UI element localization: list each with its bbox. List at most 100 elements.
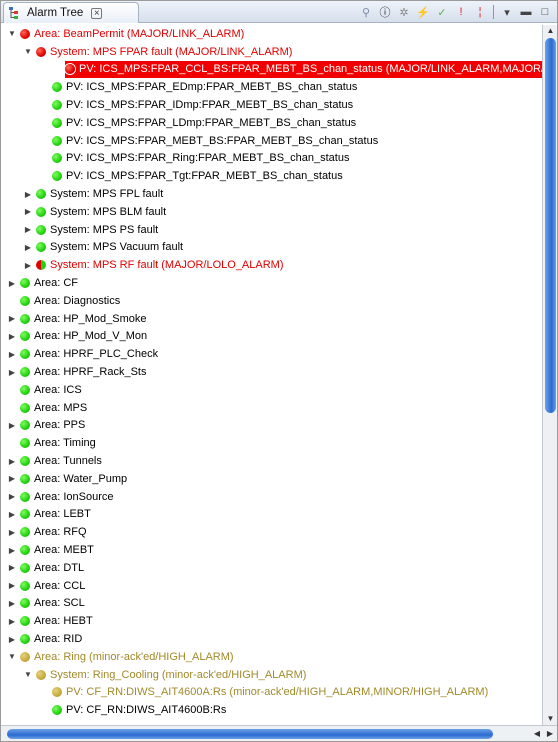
tree-item-system[interactable]: ▼ System: Ring_Cooling (minor-ack'ed/HIGH… bbox=[1, 666, 306, 684]
collapsed-triangle-icon[interactable]: ▶ bbox=[7, 456, 17, 466]
tree-item-area[interactable]: ▶ Area: HPRF_PLC_Check bbox=[1, 345, 158, 363]
collapsed-triangle-icon[interactable]: ▶ bbox=[7, 474, 17, 484]
tree-item-pv[interactable]: PV: CF_RN:DIWS_AIT4600A:Rs (minor-ack'ed… bbox=[1, 684, 488, 702]
tree-item-system[interactable]: ▶ System: MPS Vacuum fault bbox=[1, 239, 183, 257]
tree-item-system[interactable]: ▶ System: MPS BLM fault bbox=[1, 203, 166, 221]
collapsed-triangle-icon[interactable]: ▶ bbox=[23, 242, 33, 252]
tree-item-area[interactable]: ▶ Area: CF bbox=[1, 274, 78, 292]
tree-item-pv[interactable]: PV: CF_RN:DIWS_AIT4600B:Rs bbox=[1, 701, 226, 719]
minimize-icon[interactable]: ▬ bbox=[518, 4, 534, 20]
tree-item-area[interactable]: ▶ Area: PPS bbox=[1, 417, 85, 435]
tree-item-label: System: MPS Vacuum fault bbox=[50, 241, 184, 254]
tree-item-label: PV: CF_RN:DIWS_AIT4600B:Rs bbox=[66, 704, 227, 717]
tree-item-label: Area: MEBT bbox=[34, 544, 94, 557]
collapsed-triangle-icon[interactable]: ▶ bbox=[7, 278, 17, 288]
tree-item-pv[interactable]: PV: ICS_MPS:FPAR_LDmp:FPAR_MEBT_BS_chan_… bbox=[1, 114, 356, 132]
tree-item-area[interactable]: ▶ Area: CCL bbox=[1, 577, 85, 595]
tree-item-area[interactable]: ▶ Area: HP_Mod_Smoke bbox=[1, 310, 147, 328]
scroll-down-icon[interactable]: ▼ bbox=[543, 713, 558, 725]
tree-item-label: PV: ICS_MPS:FPAR_MEBT_BS:FPAR_MEBT_BS_ch… bbox=[66, 134, 379, 147]
scroll-left-icon[interactable]: ◀ bbox=[531, 728, 543, 740]
tree-item-area[interactable]: ▶ Area: Tunnels bbox=[1, 452, 102, 470]
tree-item-area[interactable]: ▶ Area: LEBT bbox=[1, 506, 91, 524]
expanded-triangle-icon[interactable]: ▼ bbox=[23, 670, 33, 680]
close-icon[interactable]: × bbox=[91, 7, 103, 19]
collapsed-triangle-icon[interactable]: ▶ bbox=[7, 420, 17, 430]
collapsed-triangle-icon[interactable]: ▶ bbox=[7, 616, 17, 626]
scroll-right-icon[interactable]: ▶ bbox=[544, 728, 556, 740]
tree-item-area[interactable]: ▶ Area: HPRF_Rack_Sts bbox=[1, 363, 147, 381]
tree-item-pv[interactable]: PV: ICS_MPS:FPAR_Tgt:FPAR_MEBT_BS_chan_s… bbox=[1, 167, 343, 185]
acknowledge-icon[interactable]: ✓ bbox=[434, 4, 450, 20]
tree-item-label: PV: ICS_MPS:FPAR_Tgt:FPAR_MEBT_BS_chan_s… bbox=[66, 170, 343, 183]
expanded-triangle-icon[interactable]: ▼ bbox=[7, 29, 17, 39]
collapsed-triangle-icon[interactable]: ▶ bbox=[23, 189, 33, 199]
tree-item-area[interactable]: ▶ Area: DTL bbox=[1, 559, 84, 577]
tree-item-area[interactable]: ▶ Area: IonSource bbox=[1, 488, 114, 506]
tree-item-area[interactable]: ▶ Area: Water_Pump bbox=[1, 470, 127, 488]
unacknowledge-icon[interactable]: ⚡ bbox=[415, 4, 431, 20]
expanded-triangle-icon[interactable]: ▼ bbox=[23, 47, 33, 57]
collapsed-triangle-icon[interactable]: ▶ bbox=[7, 509, 17, 519]
tree-item-pv[interactable]: PV: ICS_MPS:FPAR_Ring:FPAR_MEBT_BS_chan_… bbox=[1, 150, 349, 168]
tree-item-area[interactable]: ▼ Area: BeamPermit (MAJOR/LINK_ALARM) bbox=[1, 25, 244, 43]
collapsed-triangle-icon[interactable]: ▶ bbox=[7, 331, 17, 341]
search-pv-icon[interactable]: ⚲ bbox=[358, 4, 374, 20]
alarm-tree[interactable]: ▼ Area: BeamPermit (MAJOR/LINK_ALARM) ▼ Sys… bbox=[1, 25, 542, 725]
tree-item-area[interactable]: ▶ Area: HEBT bbox=[1, 612, 93, 630]
view-menu-icon[interactable]: ▾ bbox=[499, 4, 515, 20]
toolbar-separator bbox=[493, 5, 494, 19]
tree-item-pv[interactable]: PV: ICS_MPS:FPAR_IDmp:FPAR_MEBT_BS_chan_… bbox=[1, 96, 353, 114]
tree-item-area[interactable]: ▶ Area: SCL bbox=[1, 595, 85, 613]
alarm-severity-icon bbox=[20, 28, 30, 39]
tab-alarm-tree[interactable]: Alarm Tree × bbox=[3, 2, 139, 23]
collapsed-triangle-icon[interactable]: ▶ bbox=[7, 349, 17, 359]
tree-item-label: Area: IonSource bbox=[34, 490, 114, 503]
collapsed-triangle-icon[interactable]: ▶ bbox=[7, 527, 17, 537]
tree-item-pv[interactable]: PV: ICS_MPS:FPAR_MEBT_BS:FPAR_MEBT_BS_ch… bbox=[1, 132, 378, 150]
alarm-severity-icon bbox=[52, 705, 62, 716]
tree-item-area[interactable]: ▶ Area: RFQ bbox=[1, 523, 87, 541]
tree-item-pv[interactable]: PV: ICS_MPS:FPAR_EDmp:FPAR_MEBT_BS_chan_… bbox=[1, 78, 357, 96]
collapsed-triangle-icon[interactable]: ▶ bbox=[7, 492, 17, 502]
collapsed-triangle-icon[interactable]: ▶ bbox=[23, 260, 33, 270]
tree-item-area[interactable]: Area: Timing bbox=[1, 434, 96, 452]
horizontal-scroll-thumb[interactable] bbox=[7, 729, 493, 739]
tree-item-area[interactable]: ▶ Area: RID bbox=[1, 630, 82, 648]
tree-item-area[interactable]: Area: MPS bbox=[1, 399, 87, 417]
tree-item-system[interactable]: ▶ System: MPS PS fault bbox=[1, 221, 158, 239]
alarm-severity-icon bbox=[20, 580, 30, 591]
collapsed-triangle-icon[interactable]: ▶ bbox=[23, 225, 33, 235]
alarm-severity-icon bbox=[20, 349, 30, 360]
alarm-severity-icon bbox=[20, 598, 30, 609]
collapsed-triangle-icon[interactable]: ▶ bbox=[7, 634, 17, 644]
tree-item-area[interactable]: ▶ Area: MEBT bbox=[1, 541, 94, 559]
filter-icon[interactable]: ¦ bbox=[472, 4, 488, 20]
collapsed-triangle-icon[interactable]: ▶ bbox=[23, 207, 33, 217]
expanded-triangle-icon[interactable]: ▼ bbox=[7, 652, 17, 662]
maintenance-mode-icon[interactable]: ✲ bbox=[396, 4, 412, 20]
tree-item-area[interactable]: ▼ Area: Ring (minor-ack'ed/HIGH_ALARM) bbox=[1, 648, 234, 666]
collapsed-triangle-icon[interactable]: ▶ bbox=[7, 581, 17, 591]
tree-item-system[interactable]: ▼ System: MPS FPAR fault (MAJOR/LINK_ALAR… bbox=[1, 43, 292, 61]
collapsed-triangle-icon[interactable]: ▶ bbox=[7, 563, 17, 573]
collapsed-triangle-icon[interactable]: ▶ bbox=[7, 598, 17, 608]
tree-item-system[interactable]: ▶ System: MPS FPL fault bbox=[1, 185, 163, 203]
tree-item-label: System: MPS RF fault (MAJOR/LOLO_ALARM) bbox=[50, 259, 284, 272]
tree-item-area[interactable]: ▶ Area: HP_Mod_V_Mon bbox=[1, 328, 147, 346]
vertical-scroll-thumb[interactable] bbox=[545, 38, 556, 413]
horizontal-scrollbar[interactable]: ◀ ▶ bbox=[1, 725, 557, 741]
tree-item-system[interactable]: ▶ System: MPS RF fault (MAJOR/LOLO_ALARM) bbox=[1, 256, 284, 274]
scroll-up-icon[interactable]: ▲ bbox=[543, 25, 558, 37]
maximize-icon[interactable]: □ bbox=[537, 4, 553, 20]
tree-item-pv[interactable]: PV: ICS_MPS:FPAR_CCL_BS:FPAR_MEBT_BS_cha… bbox=[65, 60, 542, 79]
vertical-scrollbar[interactable]: ▲ ▼ bbox=[542, 25, 557, 725]
collapsed-triangle-icon[interactable]: ▶ bbox=[7, 545, 17, 555]
alarm-severity-icon bbox=[52, 153, 62, 164]
tree-item-area[interactable]: Area: Diagnostics bbox=[1, 292, 120, 310]
show-alarms-only-icon[interactable]: ! bbox=[453, 4, 469, 20]
collapsed-triangle-icon[interactable]: ▶ bbox=[7, 314, 17, 324]
info-icon[interactable]: ⓘ bbox=[377, 4, 393, 20]
tree-item-area[interactable]: Area: ICS bbox=[1, 381, 82, 399]
collapsed-triangle-icon[interactable]: ▶ bbox=[7, 367, 17, 377]
